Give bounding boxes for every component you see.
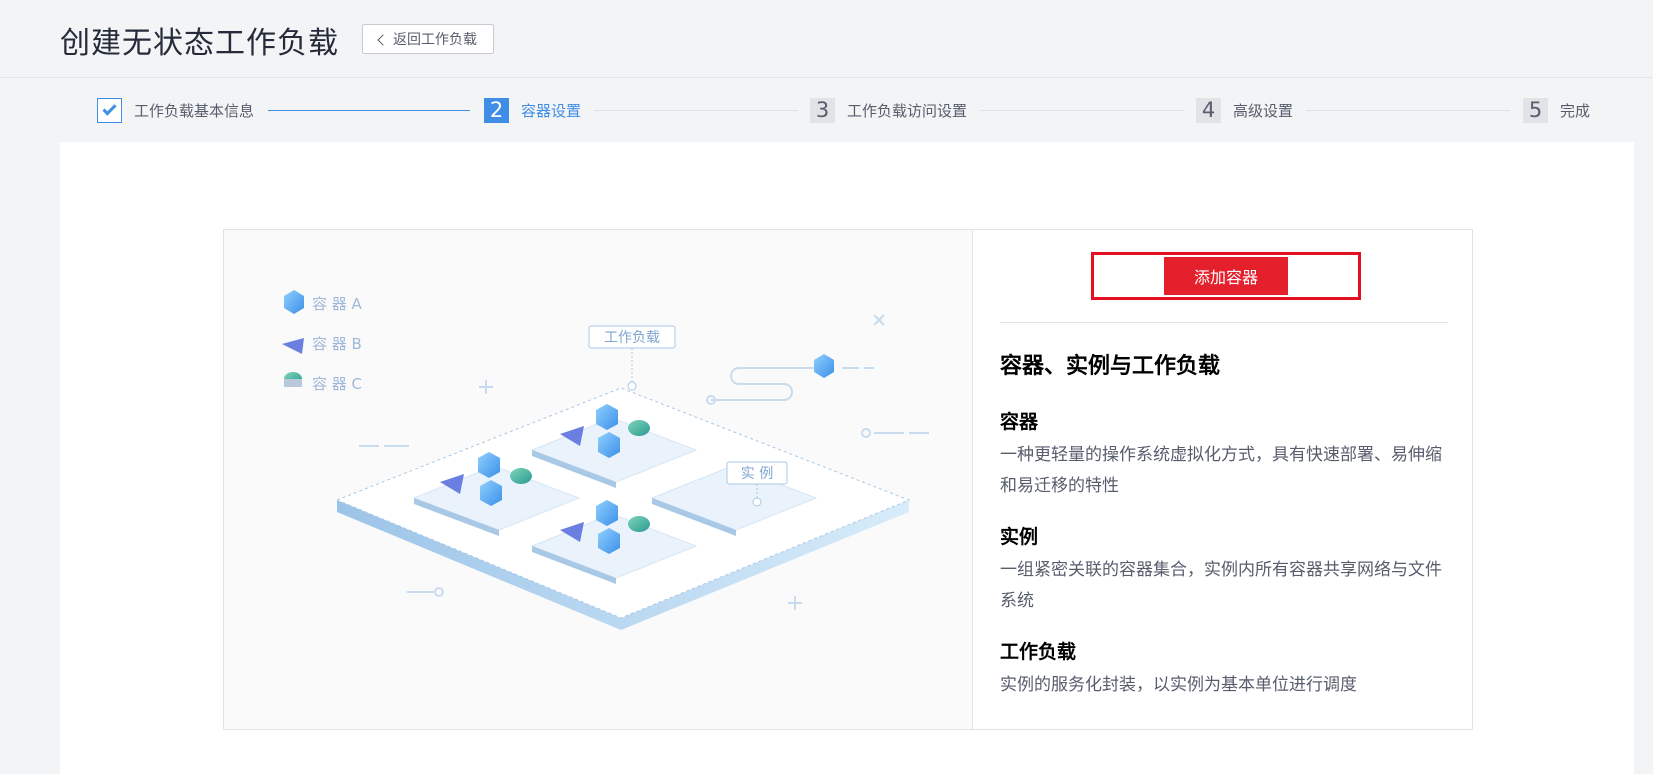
legend-label-c: 容 器 C <box>312 375 362 393</box>
page-title: 创建无状态工作负载 <box>60 26 339 61</box>
step-container-settings[interactable]: 2 容器设置 <box>484 98 581 123</box>
step-connector <box>594 110 798 111</box>
stepper: 工作负载基本信息 2 容器设置 3 工作负载访问设置 4 高级设置 5 完成 <box>0 80 1653 142</box>
step-finish[interactable]: 5 完成 <box>1523 98 1590 123</box>
section-heading: 容器 <box>1000 411 1039 433</box>
add-container-highlight: 添加容器 <box>1091 252 1361 300</box>
step-number: 3 <box>810 98 835 123</box>
step-label: 完成 <box>1560 102 1591 120</box>
legend-container-a: 容 器 A <box>284 290 363 314</box>
section-text: 实例的服务化封装，以实例为基本单位进行调度 <box>1000 675 1357 695</box>
add-container-button[interactable]: 添加容器 <box>1164 257 1288 295</box>
info-panel: 添加容器 容器、实例与工作负载 容器 一种更轻量的操作系统虚拟化方式，具有快速部… <box>974 230 1472 729</box>
checkmark-icon <box>97 98 122 123</box>
legend-label-a: 容 器 A <box>312 295 363 313</box>
page-header: 创建无状态工作负载 返回工作负载 <box>0 0 1653 78</box>
section-container: 容器 一种更轻量的操作系统虚拟化方式，具有快速部署、易伸缩和易迁移的特性 <box>1000 407 1448 502</box>
back-button-label: 返回工作负载 <box>393 32 477 48</box>
section-heading: 实例 <box>1000 526 1039 548</box>
step-connector <box>1306 110 1510 111</box>
back-to-workloads-button[interactable]: 返回工作负载 <box>362 24 494 54</box>
section-text: 一组紧密关联的容器集合，实例内所有容器共享网络与文件系统 <box>1000 560 1442 611</box>
section-heading: 工作负载 <box>1000 641 1077 663</box>
legend-label-b: 容 器 B <box>312 335 362 353</box>
section-text: 一种更轻量的操作系统虚拟化方式，具有快速部署、易伸缩和易迁移的特性 <box>1000 445 1442 496</box>
step-connector <box>268 110 470 111</box>
section-workload: 工作负载 实例的服务化封装，以实例为基本单位进行调度 <box>1000 637 1448 701</box>
step-number: 5 <box>1523 98 1548 123</box>
step-advanced-settings[interactable]: 4 高级设置 <box>1196 98 1293 123</box>
step-basic-info[interactable]: 工作负载基本信息 <box>97 98 254 123</box>
panel-title: 容器、实例与工作负载 <box>1000 354 1221 379</box>
step-number: 2 <box>484 98 509 123</box>
step-label: 容器设置 <box>521 102 582 120</box>
workload-illustration: 容 器 A 容 器 B 容 器 C 工作负载 实 例 <box>224 230 973 729</box>
workload-tag: 工作负载 <box>588 325 676 391</box>
legend-container-b: 容 器 B <box>282 335 362 354</box>
intro-card: 容 器 A 容 器 B 容 器 C 工作负载 实 例 添加容器 容器、实例与工作… <box>223 229 1473 730</box>
chevron-left-icon <box>377 33 389 46</box>
divider <box>1000 322 1448 323</box>
step-label: 工作负载基本信息 <box>134 102 255 120</box>
step-access-settings[interactable]: 3 工作负载访问设置 <box>810 98 967 123</box>
workload-tag-label: 工作负载 <box>604 330 660 346</box>
legend-container-c: 容 器 C <box>284 372 362 393</box>
step-connector <box>980 110 1184 111</box>
step-number: 4 <box>1196 98 1221 123</box>
step-label: 高级设置 <box>1233 102 1294 120</box>
instance-tag-label: 实 例 <box>741 466 773 482</box>
section-instance: 实例 一组紧密关联的容器集合，实例内所有容器共享网络与文件系统 <box>1000 522 1448 617</box>
step-label: 工作负载访问设置 <box>847 102 968 120</box>
